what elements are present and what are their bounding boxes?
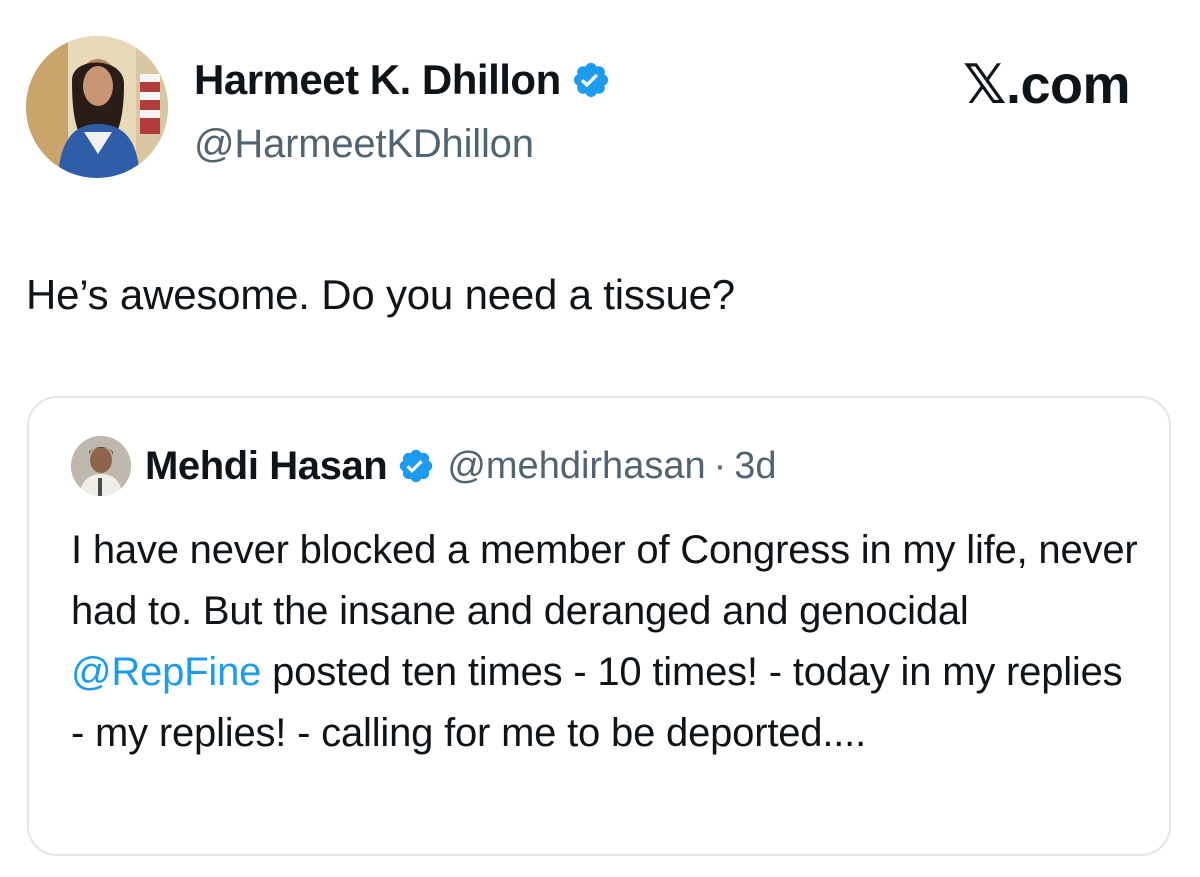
quoted-author-name[interactable]: Mehdi Hasan <box>145 440 388 492</box>
quoted-author-handle[interactable]: @mehdirhasan <box>447 440 705 492</box>
author-handle[interactable]: @HarmeetKDhillon <box>194 118 534 170</box>
quoted-tweet-text: I have never blocked a member of Congres… <box>71 520 1141 764</box>
tweet-text: He’s awesome. Do you need a tissue? <box>26 271 735 318</box>
quoted-author-avatar-image <box>71 436 131 496</box>
verified-badge-icon <box>573 62 608 98</box>
tweet-header: Harmeet K. Dhillon @HarmeetKDhillon 𝕏.co… <box>26 36 1174 186</box>
author-avatar[interactable] <box>26 36 168 178</box>
quoted-tweet-header: Mehdi Hasan @mehdirhasan · 3d <box>71 436 777 496</box>
author-avatar-image <box>26 36 168 178</box>
quoted-text-before-mention: I have never blocked a member of Congres… <box>71 528 1138 633</box>
quoted-tweet-time[interactable]: 3d <box>734 440 776 492</box>
quoted-tweet-card[interactable]: Mehdi Hasan @mehdirhasan · 3d I have nev… <box>27 396 1171 856</box>
mention-link[interactable]: @RepFine <box>71 650 261 694</box>
quoted-author-avatar[interactable] <box>71 436 131 496</box>
x-com-logo: 𝕏.com <box>962 55 1131 115</box>
author-name-row: Harmeet K. Dhillon <box>194 54 611 106</box>
author-name[interactable]: Harmeet K. Dhillon <box>194 54 561 106</box>
separator-dot: · <box>713 445 727 487</box>
quoted-verified-badge-icon <box>400 449 433 483</box>
